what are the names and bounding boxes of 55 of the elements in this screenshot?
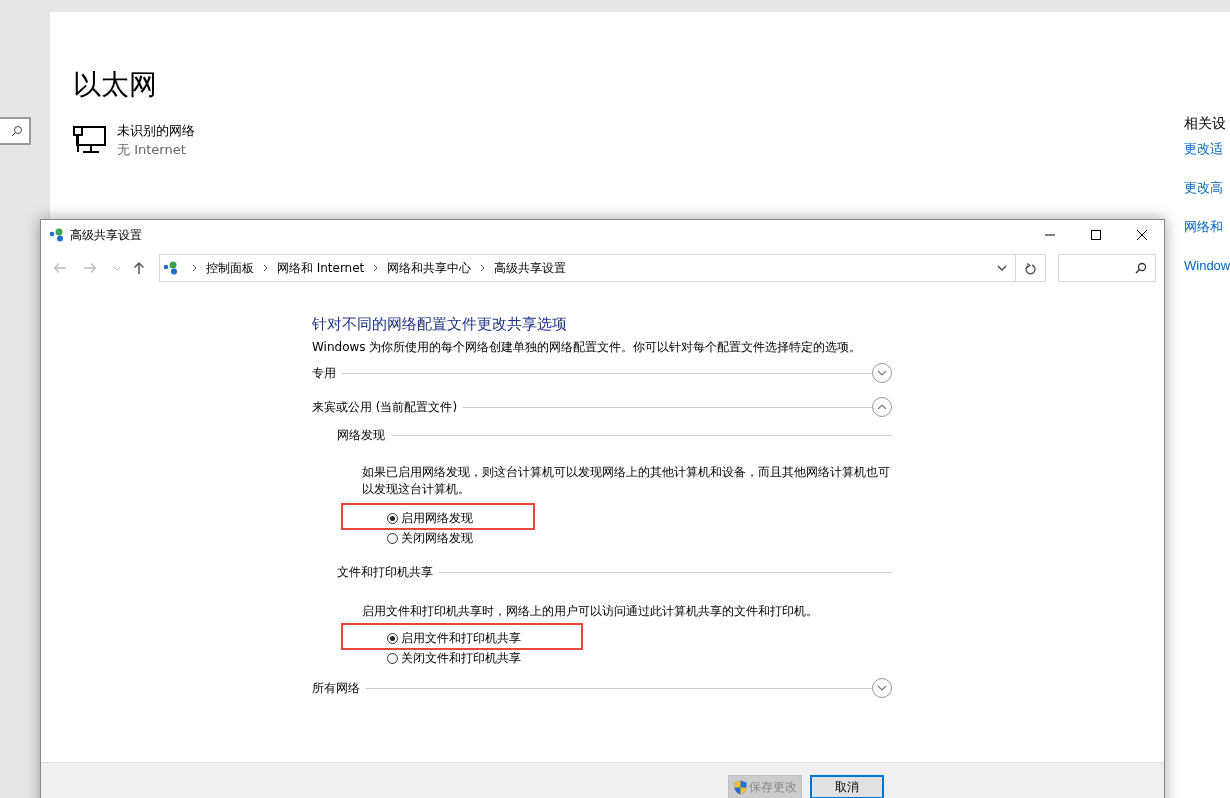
maximize-icon[interactable]	[1090, 229, 1102, 241]
settings-link[interactable]: 网络和	[1184, 219, 1230, 235]
breadcrumb-item[interactable]: 高级共享设置	[494, 259, 567, 277]
up-arrow-icon[interactable]	[132, 261, 145, 275]
cancel-button[interactable]: 取消	[810, 775, 884, 798]
description-text: 启用文件和打印机共享时，网络上的用户可以访问通过此计算机共享的文件和打印机。	[362, 603, 819, 620]
chevron-icon	[191, 264, 197, 272]
chevron-icon	[373, 264, 379, 272]
radio-button[interactable]	[387, 633, 398, 644]
computer-network-icon	[73, 125, 107, 155]
window-title: 高级共享设置	[70, 226, 142, 244]
radio-button[interactable]	[387, 653, 398, 664]
refresh-button[interactable]	[1016, 254, 1047, 282]
address-bar[interactable]: 控制面板 网络和 Internet 网络和共享中心 高级共享设置	[158, 254, 1017, 282]
intro-text: Windows 为你所使用的每个网络创建单独的网络配置文件。你可以针对每个配置文件选择特定的选项。	[312, 339, 863, 356]
settings-link[interactable]: 更改适	[1184, 141, 1230, 157]
chevron-icon	[480, 264, 486, 272]
page-heading: 针对不同的网络配置文件更改共享选项	[312, 314, 568, 334]
chevron-down-icon	[877, 685, 887, 691]
network-name: 未识别的网络	[117, 122, 195, 140]
expand-button[interactable]	[872, 678, 892, 698]
shield-icon	[733, 779, 747, 795]
chevron-down-icon	[877, 370, 887, 376]
chevron-icon	[262, 264, 268, 272]
section-title: 文件和打印机共享	[337, 563, 433, 581]
option-label: 启用网络发现	[401, 510, 473, 527]
chevron-up-icon	[877, 404, 887, 410]
network-icon	[49, 227, 65, 243]
settings-link[interactable]: Window	[1184, 258, 1230, 274]
expand-button[interactable]	[872, 363, 892, 383]
radio-button[interactable]	[387, 533, 398, 544]
network-status: 无 Internet	[117, 141, 187, 159]
dropdown-icon[interactable]	[997, 265, 1008, 271]
page-title: 以太网	[73, 67, 158, 103]
profile-label: 来宾或公用 (当前配置文件)	[312, 398, 458, 416]
option-label: 关闭文件和打印机共享	[401, 650, 521, 667]
related-settings-heading: 相关设	[1184, 115, 1227, 131]
refresh-icon	[1024, 261, 1037, 275]
breadcrumb-item[interactable]: 控制面板	[205, 259, 254, 277]
option-label: 启用文件和打印机共享	[401, 630, 521, 647]
section-title: 网络发现	[337, 426, 385, 444]
close-icon[interactable]	[1136, 229, 1148, 241]
settings-link[interactable]: 更改高	[1184, 180, 1230, 196]
collapse-button[interactable]	[872, 397, 892, 417]
profile-label: 所有网络	[312, 679, 360, 697]
breadcrumb-item[interactable]: 网络和共享中心	[387, 259, 472, 277]
description-text: 如果已启用网络发现，则这台计算机可以发现网络上的其他计算机和设备，而且其他网络计算机也可以发现这台计算机。	[362, 464, 891, 498]
search-icon	[1134, 262, 1147, 274]
search-icon	[11, 125, 23, 137]
network-icon	[162, 260, 179, 276]
search-field[interactable]	[0, 117, 31, 145]
radio-button[interactable]	[387, 513, 398, 524]
option-label: 关闭网络发现	[401, 530, 473, 547]
profile-label: 专用	[312, 364, 336, 382]
breadcrumb-item[interactable]: 网络和 Internet	[276, 259, 365, 277]
